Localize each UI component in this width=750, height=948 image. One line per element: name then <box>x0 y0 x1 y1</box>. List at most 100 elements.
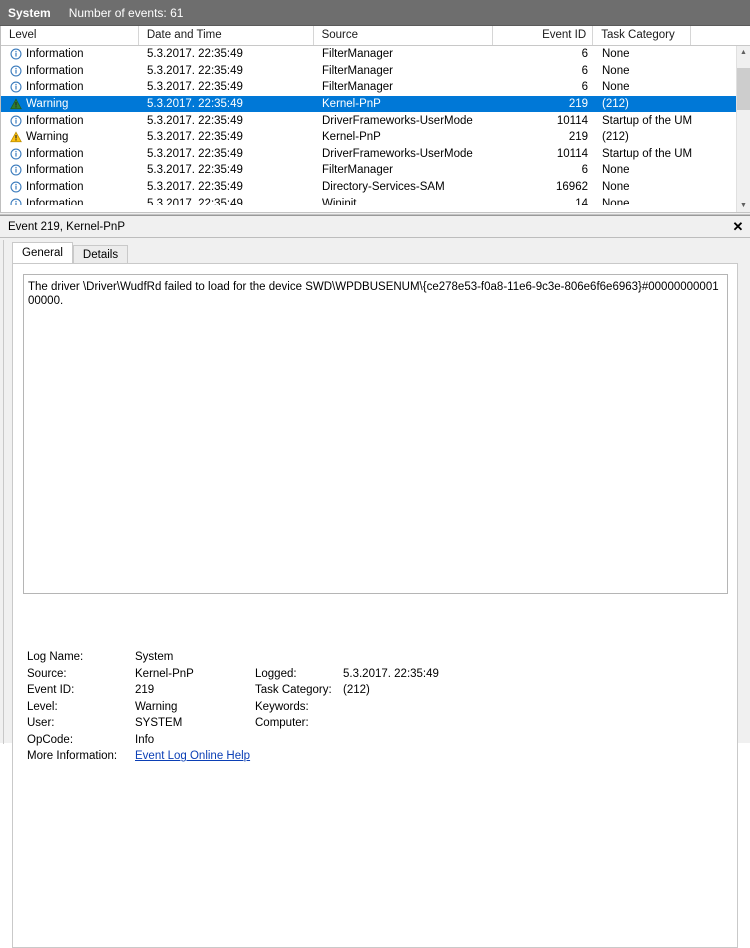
information-icon <box>10 148 22 160</box>
detail-tabs: General Details <box>12 243 128 263</box>
cell-date-time: 5.3.2017. 22:35:49 <box>139 129 314 145</box>
value-computer-redacted <box>343 712 727 735</box>
cell-source: Wininit <box>314 196 494 206</box>
label-logged: Logged: <box>255 668 343 680</box>
cell-level: Information <box>26 79 84 95</box>
cell-level: Warning <box>26 96 68 112</box>
label-log-name: Log Name: <box>27 651 135 663</box>
information-icon <box>10 115 22 127</box>
cell-source: FilterManager <box>314 79 494 95</box>
table-row[interactable]: Information5.3.2017. 22:35:49Directory-S… <box>1 179 750 196</box>
cell-source: FilterManager <box>314 46 494 62</box>
cell-event-id: 6 <box>494 46 594 62</box>
field-row-event-id-task-category: Event ID: 219 Task Category: (212) <box>27 682 727 699</box>
redaction-box <box>343 716 463 739</box>
information-icon <box>10 181 22 193</box>
event-detail-pane: Event 219, Kernel-PnP ✕ General Details … <box>0 215 750 743</box>
cell-task-category: None <box>594 46 692 62</box>
value-event-id: 219 <box>135 684 255 696</box>
value-user: SYSTEM <box>135 717 255 729</box>
cell-event-id: 6 <box>494 79 594 95</box>
cell-task-category: None <box>594 179 692 195</box>
cell-task-category: None <box>594 79 692 95</box>
table-row[interactable]: Warning5.3.2017. 22:35:49Kernel-PnP219(2… <box>1 129 750 146</box>
cell-event-id: 219 <box>494 96 594 112</box>
field-row-user-computer: User: SYSTEM Computer: <box>27 715 727 732</box>
cell-level: Information <box>26 162 84 178</box>
label-opcode: OpCode: <box>27 734 135 746</box>
detail-title-bar: Event 219, Kernel-PnP ✕ <box>0 216 750 238</box>
event-log-online-help-link[interactable]: Event Log Online Help <box>135 750 250 762</box>
cell-level: Information <box>26 196 84 206</box>
close-icon[interactable]: ✕ <box>728 218 748 236</box>
value-logged: 5.3.2017. 22:35:49 <box>343 668 727 680</box>
value-log-name: System <box>135 651 255 663</box>
label-event-id: Event ID: <box>27 684 135 696</box>
cell-task-category: Startup of the UM... <box>594 146 692 162</box>
cell-event-id: 14 <box>494 196 594 206</box>
cell-level: Warning <box>26 129 68 145</box>
cell-task-category: None <box>594 162 692 178</box>
value-task-category: (212) <box>343 684 727 696</box>
table-row[interactable]: Information 5.3.2017. 22:35:49FilterManag… <box>1 79 750 96</box>
tab-details[interactable]: Details <box>73 245 128 264</box>
table-row[interactable]: Information5.3.2017. 22:35:49FilterManag… <box>1 162 750 179</box>
scroll-up-arrow-icon[interactable]: ▲ <box>737 46 750 59</box>
cell-source: DriverFrameworks-UserMode <box>314 146 494 162</box>
information-icon <box>10 48 22 60</box>
cell-task-category: (212) <box>594 96 692 112</box>
cell-event-id: 6 <box>494 162 594 178</box>
cell-date-time: 5.3.2017. 22:35:49 <box>139 63 314 79</box>
value-level: Warning <box>135 701 255 713</box>
cell-level: Information <box>26 46 84 62</box>
event-count-label: Number of events: 61 <box>69 6 184 20</box>
log-header-bar: System Number of events: 61 <box>0 0 750 26</box>
cell-date-time: 5.3.2017. 22:35:49 <box>139 162 314 178</box>
cell-date-time: 5.3.2017. 22:35:49 <box>139 146 314 162</box>
label-user: User: <box>27 717 135 729</box>
event-field-grid: Log Name: System Source: Kernel-PnP Logg… <box>27 649 727 765</box>
table-row[interactable]: Warning5.3.2017. 22:35:49Kernel-PnP219(2… <box>1 96 750 113</box>
event-description-text[interactable]: The driver \Driver\WudfRd failed to load… <box>23 274 728 594</box>
cell-date-time: 5.3.2017. 22:35:49 <box>139 46 314 62</box>
information-icon <box>10 81 22 93</box>
warning-icon <box>10 98 22 110</box>
column-header-event-id[interactable]: Event ID <box>493 26 593 45</box>
scroll-down-arrow-icon[interactable]: ▼ <box>737 199 750 212</box>
detail-title-text: Event 219, Kernel-PnP <box>8 221 125 233</box>
column-header-task-category[interactable]: Task Category <box>593 26 691 45</box>
column-header-level[interactable]: Level <box>1 26 139 45</box>
cell-source: Kernel-PnP <box>314 129 494 145</box>
event-rows: Information5.3.2017. 22:35:49FilterManag… <box>1 46 750 195</box>
cell-task-category: Startup of the UM... <box>594 113 692 129</box>
log-name-title: System <box>8 6 51 20</box>
label-task-category: Task Category: <box>255 684 343 696</box>
label-source: Source: <box>27 668 135 680</box>
column-header-date-time[interactable]: Date and Time <box>139 26 314 45</box>
event-list-pane: System Number of events: 61 Level Date a… <box>0 0 750 212</box>
label-level: Level: <box>27 701 135 713</box>
event-list: Level Date and Time Source Event ID Task… <box>0 26 750 212</box>
column-header-spacer[interactable] <box>691 26 750 45</box>
event-row-clipped[interactable]: Information5.3.2017. 22:35:49Wininit14No… <box>1 195 750 205</box>
cell-event-id: 219 <box>494 129 594 145</box>
information-icon <box>10 65 22 77</box>
cell-date-time: 5.3.2017. 22:35:49 <box>139 96 314 112</box>
table-row[interactable]: Information5.3.2017. 22:35:49FilterManag… <box>1 63 750 80</box>
event-list-scrollbar[interactable]: ▲ ▼ <box>736 46 750 212</box>
cell-date-time: 5.3.2017. 22:35:49 <box>139 79 314 95</box>
cell-level: Information <box>26 179 84 195</box>
table-row[interactable]: Information5.3.2017. 22:35:49DriverFrame… <box>1 112 750 129</box>
field-row-source-logged: Source: Kernel-PnP Logged: 5.3.2017. 22:… <box>27 666 727 683</box>
cell-task-category: None <box>594 196 692 206</box>
cell-event-id: 10114 <box>494 113 594 129</box>
column-header-row: Level Date and Time Source Event ID Task… <box>1 26 750 46</box>
table-row[interactable]: Information5.3.2017. 22:35:49DriverFrame… <box>1 146 750 163</box>
table-row[interactable]: Information 5.3.2017. 22:35:49FilterManag… <box>1 46 750 63</box>
tab-general[interactable]: General <box>12 242 73 263</box>
scrollbar-thumb[interactable] <box>737 68 750 110</box>
column-header-source[interactable]: Source <box>314 26 494 45</box>
table-row[interactable]: Information5.3.2017. 22:35:49Wininit14No… <box>1 195 750 205</box>
cell-task-category: None <box>594 63 692 79</box>
label-more-information: More Information: <box>27 750 135 762</box>
